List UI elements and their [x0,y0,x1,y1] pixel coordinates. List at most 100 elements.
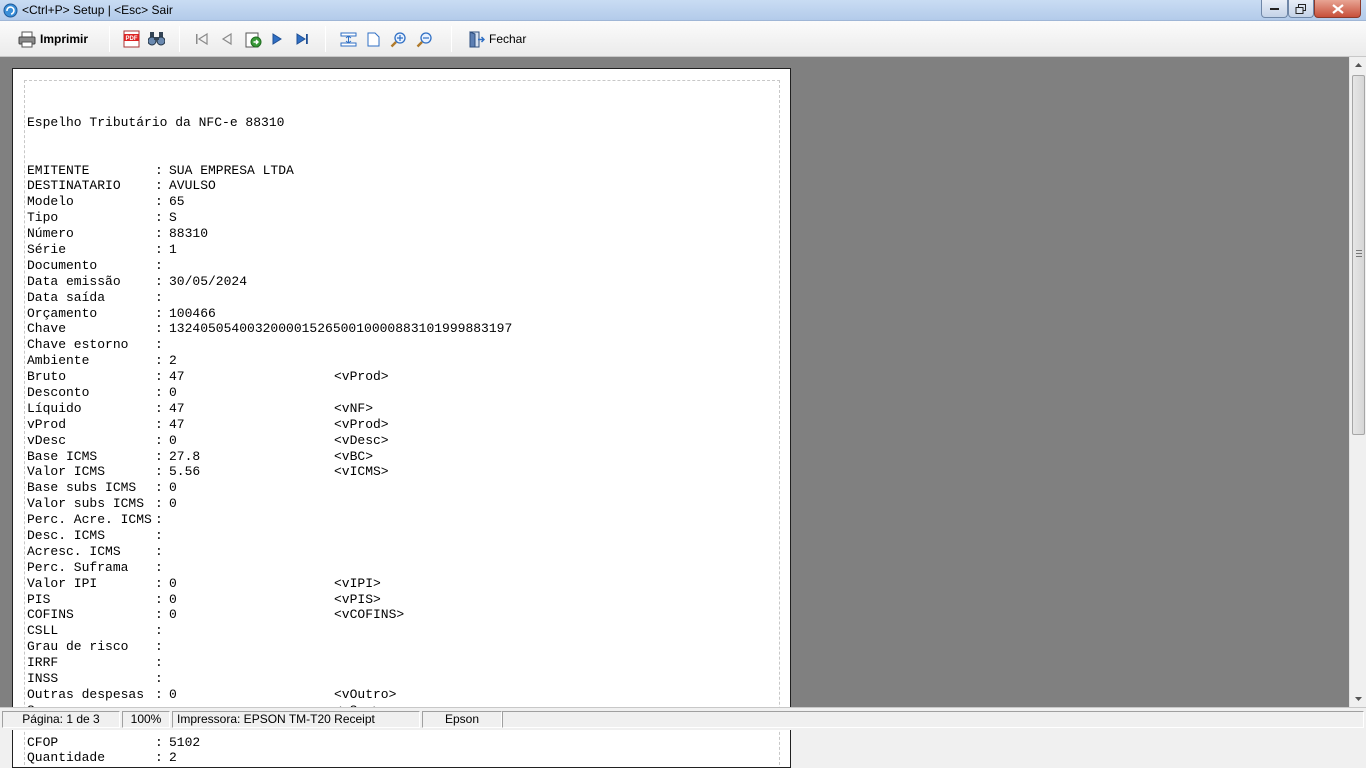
field-label: Desc. ICMS [27,528,106,543]
close-button[interactable] [1314,0,1361,18]
report-row: Base subs ICMS:0 [27,480,404,496]
last-page-button[interactable] [295,28,309,50]
report-row: vProd:47 <vProd> [27,417,404,433]
print-label: Imprimir [40,32,89,46]
field-value: 0 [169,575,177,591]
field-separator: : [155,384,163,400]
vertical-scrollbar[interactable] [1349,57,1366,707]
field-xml-tag: <vPIS> [334,591,381,607]
report-content: Espelho Tributário da NFC-e 88310 EMITEN… [27,83,512,767]
scroll-thumb[interactable] [1352,75,1365,435]
print-button[interactable]: Imprimir [18,28,88,50]
export-pdf-button[interactable]: PDF [123,28,140,50]
field-separator: : [155,575,163,591]
whole-page-button[interactable] [367,28,380,50]
field-label: Documento [27,257,98,273]
report-row: Chave:1324050540032000015265001000088310… [27,321,512,337]
prev-page-button[interactable] [221,28,233,50]
first-page-button[interactable] [195,28,209,50]
report-row: Base ICMS:27.8 <vBC> [27,449,404,465]
field-label: Grau de risco [27,639,129,655]
scroll-up-button[interactable] [1350,57,1366,74]
field-separator: : [155,623,163,639]
field-value: S [169,210,177,226]
field-separator: : [155,257,163,273]
report-row: Quantidade:2 [27,750,404,766]
field-label: Tipo [27,210,59,226]
report-row: Número:88310 [27,226,404,242]
field-separator: : [155,543,163,559]
zoom-in-button[interactable] [390,28,407,50]
find-button[interactable] [148,28,165,50]
field-label: Desconto [27,384,90,400]
field-label: vDesc [27,432,67,448]
field-value: 47 [169,400,185,416]
find-icon [148,32,165,46]
field-label: Ambiente [27,353,90,369]
report-page: Espelho Tributário da NFC-e 88310 EMITEN… [12,68,791,768]
field-value: 0 [169,686,177,702]
toolbar-separator [179,26,180,52]
field-separator: : [155,400,163,416]
field-label: COFINS [27,607,74,623]
field-separator: : [155,305,163,321]
field-xml-tag: <vIPI> [334,575,381,591]
report-rows: EMITENTE: SUA EMPRESA LTDA DESTINATARIO: AV… [27,163,512,767]
field-separator: : [155,655,163,671]
maximize-button[interactable] [1288,0,1314,18]
field-value: 0 [169,496,177,512]
zoom-out-button[interactable] [416,28,433,50]
report-row: INSS: [27,671,404,687]
report-row: Perc. Acre. ICMS: [27,512,404,528]
field-separator: : [155,289,163,305]
svg-text:PDF: PDF [126,36,138,42]
field-label: INSS [27,671,59,687]
next-page-icon [272,33,282,45]
grip-icon [1356,250,1362,257]
report-row: Orçamento:100466 [27,306,404,322]
field-value: SUA EMPRESA LTDA [169,162,294,178]
window-title: <Ctrl+P> Setup | <Esc> Sair [22,3,173,17]
next-page-button[interactable] [271,28,283,50]
restore-icon [1295,3,1306,14]
field-xml-tag: <vProd> [334,369,389,385]
prev-page-icon [221,32,232,46]
report-row: Modelo:65 [27,194,404,210]
toolbar-separator [325,26,326,52]
zoom-in-icon [390,31,406,47]
field-label: CSLL [27,623,59,639]
field-label: IRRF [27,655,59,671]
field-value: 47 [169,416,185,432]
field-label: DESTINATARIO [27,178,121,194]
field-xml-tag: <vICMS> [334,464,389,480]
field-value: 0 [169,480,177,496]
page-width-button[interactable] [340,28,357,50]
report-row: EMITENTE: SUA EMPRESA LTDA [27,163,404,179]
field-xml-tag: <vBC> [334,448,374,464]
close-preview-button[interactable]: Fechar [468,28,526,50]
field-value: 47 [169,369,185,385]
last-page-icon [296,33,308,45]
report-row: Perc. Suframa: [27,560,404,576]
field-separator: : [155,241,163,257]
field-label: Valor ICMS [27,464,106,480]
scroll-down-button[interactable] [1350,690,1366,707]
field-label: Número [27,226,74,242]
field-label: EMITENTE [27,162,90,178]
pdf-icon: PDF [123,30,140,48]
arrow-down-icon [1355,697,1362,701]
field-separator: : [155,496,163,512]
field-separator: : [155,337,163,353]
field-value: 5.56 [169,464,201,480]
field-value: 0 [169,384,177,400]
exit-icon [469,30,485,47]
field-label: Acresc. ICMS [27,543,121,559]
field-label: Valor IPI [27,575,98,591]
field-value: 2 [169,353,177,369]
report-row: CSLL: [27,623,404,639]
report-row: Desc. ICMS: [27,528,404,544]
goto-page-button[interactable] [245,28,262,50]
field-label: Data emissão [27,273,121,289]
status-page: Página: 1 de 3 [2,711,120,728]
minimize-button[interactable] [1261,0,1288,18]
